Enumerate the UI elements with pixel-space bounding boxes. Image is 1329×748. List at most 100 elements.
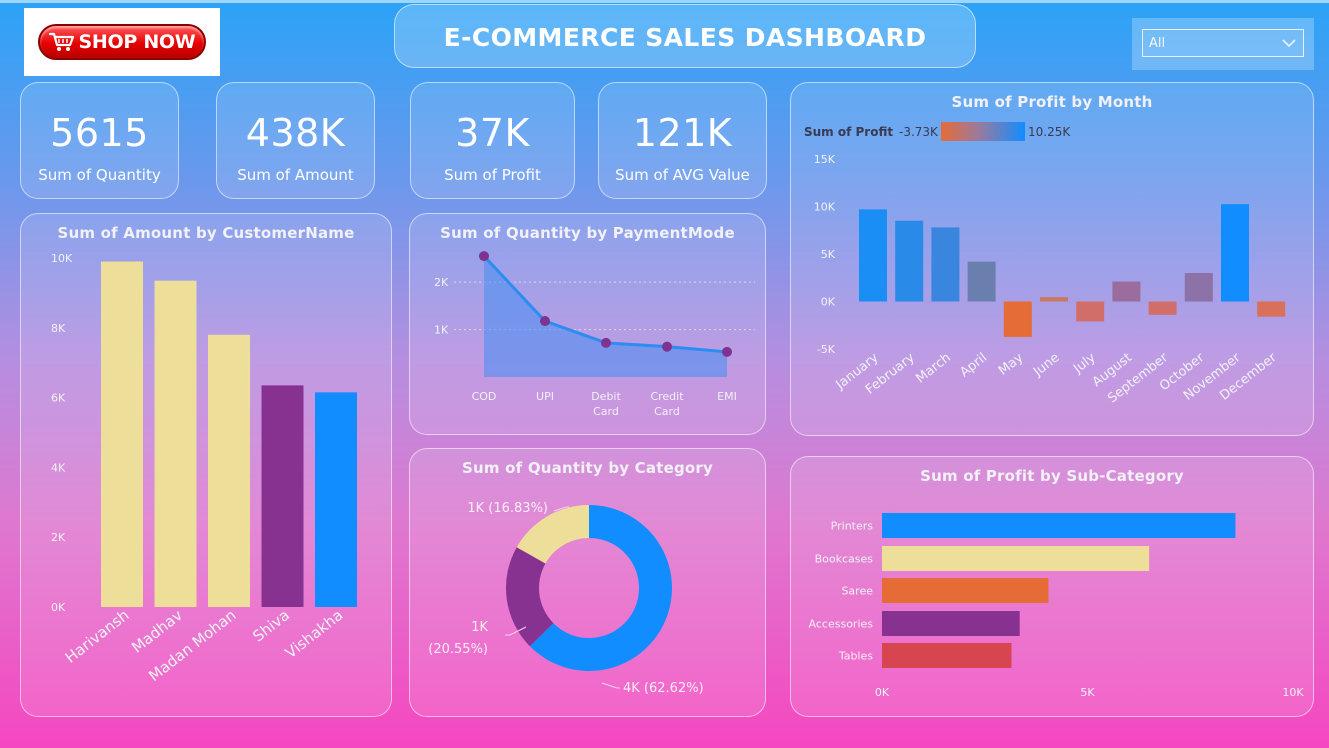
bar (1112, 281, 1141, 302)
x-tick-label: 5K (1080, 686, 1095, 699)
y-tick-label: Accessories (809, 618, 874, 631)
logo-area: SHOP NOW (24, 8, 220, 76)
kpi-card-amount: 438K Sum of Amount (216, 82, 375, 199)
bar (101, 261, 143, 607)
kpi-value: 5615 (50, 111, 149, 155)
legend-gradient-bar (941, 122, 1025, 141)
y-tick-label: 4K (51, 461, 66, 474)
data-point (662, 341, 672, 352)
y-tick-label: Saree (841, 585, 873, 598)
x-tick-label: July (1070, 350, 1099, 377)
y-tick-label: 2K (51, 531, 66, 544)
data-point (722, 346, 732, 357)
chart-panel-profit-by-month: Sum of Profit by Month Sum of Profit -3.7… (790, 82, 1314, 436)
y-tick-label: Bookcases (815, 553, 874, 566)
chart-panel-quantity-by-category: Sum of Quantity by Category 4K (62.62%) 1… (409, 448, 766, 717)
bar (315, 392, 357, 607)
bar (895, 220, 924, 302)
bar (154, 280, 197, 607)
chart-panel-quantity-by-paymentmode: Sum of Quantity by PaymentMode 1K 2K COD UP… (409, 213, 766, 435)
profit-by-month-chart: Sum of Profit -3.73K 10.25K-5K0K5K10K15KJa… (804, 122, 1286, 406)
bar (882, 611, 1020, 636)
x-tick-label: Harivansh (62, 606, 133, 667)
y-tick-label: 8K (51, 322, 66, 335)
x-tick-label: UPI (536, 390, 554, 403)
shopping-cart-icon (48, 32, 74, 51)
x-tick-label: Card (593, 405, 619, 418)
y-tick-label: Tables (838, 650, 873, 663)
x-tick-label: March (913, 350, 953, 386)
y-tick-label: 1K (434, 324, 449, 337)
slice-label: 1K (471, 620, 488, 635)
filter-slicer-area: All (1132, 18, 1314, 70)
shop-now-button[interactable]: SHOP NOW (38, 24, 206, 60)
dashboard-title: E-COMMERCE SALES DASHBOARD (443, 23, 927, 52)
bar (967, 261, 996, 302)
y-tick-label: Printers (831, 520, 874, 533)
top-edge-line (0, 0, 1329, 3)
filter-dropdown[interactable]: All (1142, 29, 1304, 57)
y-tick-label: 6K (51, 392, 66, 405)
x-tick-label: 0K (875, 686, 890, 699)
profit-by-subcategory-chart: Printers Bookcases Saree Accessories Tables 0… (809, 513, 1304, 699)
y-tick-label: 0K (51, 601, 66, 614)
x-tick-label: EMI (717, 390, 737, 403)
data-point (540, 316, 550, 327)
legend-max: 10.25K (1028, 125, 1071, 139)
leader-line (601, 682, 620, 689)
y-tick-label: 10K (51, 252, 73, 265)
bar (261, 385, 304, 607)
chart-panel-profit-by-subcategory: Sum of Profit by Sub-Category Printers Bo… (790, 456, 1314, 717)
quantity-by-paymentmode-chart: 1K 2K COD UPI Debit Card Credit Card EMI (434, 251, 755, 418)
data-point (479, 251, 489, 262)
bar (882, 643, 1012, 668)
kpi-value: 121K (632, 111, 733, 155)
y-tick-label: 0K (821, 296, 836, 309)
bar (1076, 301, 1105, 322)
y-tick-label: 5K (821, 248, 836, 261)
x-tick-label: Vishakha (282, 606, 347, 662)
y-tick-label: -5K (817, 343, 836, 356)
quantity-by-category-chart: 4K (62.62%) 1K (20.55%) 1K (16.83%) (428, 501, 704, 696)
kpi-card-avg-value: 121K Sum of AVG Value (598, 82, 767, 199)
bar (1040, 297, 1068, 302)
x-tick-label: COD (472, 390, 497, 403)
x-tick-label: Debit (591, 390, 621, 403)
bar (208, 334, 250, 607)
legend-title: Sum of Profit (804, 125, 893, 139)
bar (882, 546, 1150, 571)
kpi-value: 37K (455, 111, 530, 155)
logo-text: SHOP NOW (78, 31, 196, 53)
data-point (601, 337, 611, 348)
slice-label: 1K (16.83%) (467, 501, 548, 516)
kpi-label: Sum of Profit (444, 166, 541, 184)
legend-min: -3.73K (899, 125, 939, 139)
slice-label: (20.55%) (428, 642, 488, 657)
x-tick-label: Card (654, 405, 680, 418)
amount-by-customer-chart: 0K2K4K6K8K10KHarivanshMadhavMadan Mohan S… (51, 252, 357, 685)
slice-label: 4K (62.62%) (623, 681, 704, 696)
filter-dropdown-value: All (1149, 36, 1166, 51)
kpi-label: Sum of Amount (237, 166, 354, 184)
bar (882, 513, 1236, 538)
kpi-label: Sum of AVG Value (615, 166, 750, 184)
bar (1221, 204, 1249, 302)
kpi-label: Sum of Quantity (38, 166, 161, 184)
bar (931, 227, 960, 302)
x-tick-label: 10K (1282, 686, 1304, 699)
bar (1003, 301, 1032, 337)
bar (1257, 301, 1286, 317)
y-tick-label: 15K (814, 153, 836, 166)
x-tick-label: Shiva (249, 606, 293, 646)
x-tick-label: Credit (650, 390, 684, 403)
bar (1184, 273, 1213, 302)
chevron-down-icon (1282, 39, 1296, 48)
x-tick-label: April (957, 350, 990, 380)
kpi-card-profit: 37K Sum of Profit (410, 82, 575, 199)
area-fill (484, 256, 727, 377)
y-tick-label: 2K (434, 276, 449, 289)
kpi-card-quantity: 5615 Sum of Quantity (20, 82, 179, 199)
kpi-value: 438K (245, 111, 346, 155)
bar (859, 209, 887, 302)
x-tick-label: June (1030, 350, 1062, 380)
